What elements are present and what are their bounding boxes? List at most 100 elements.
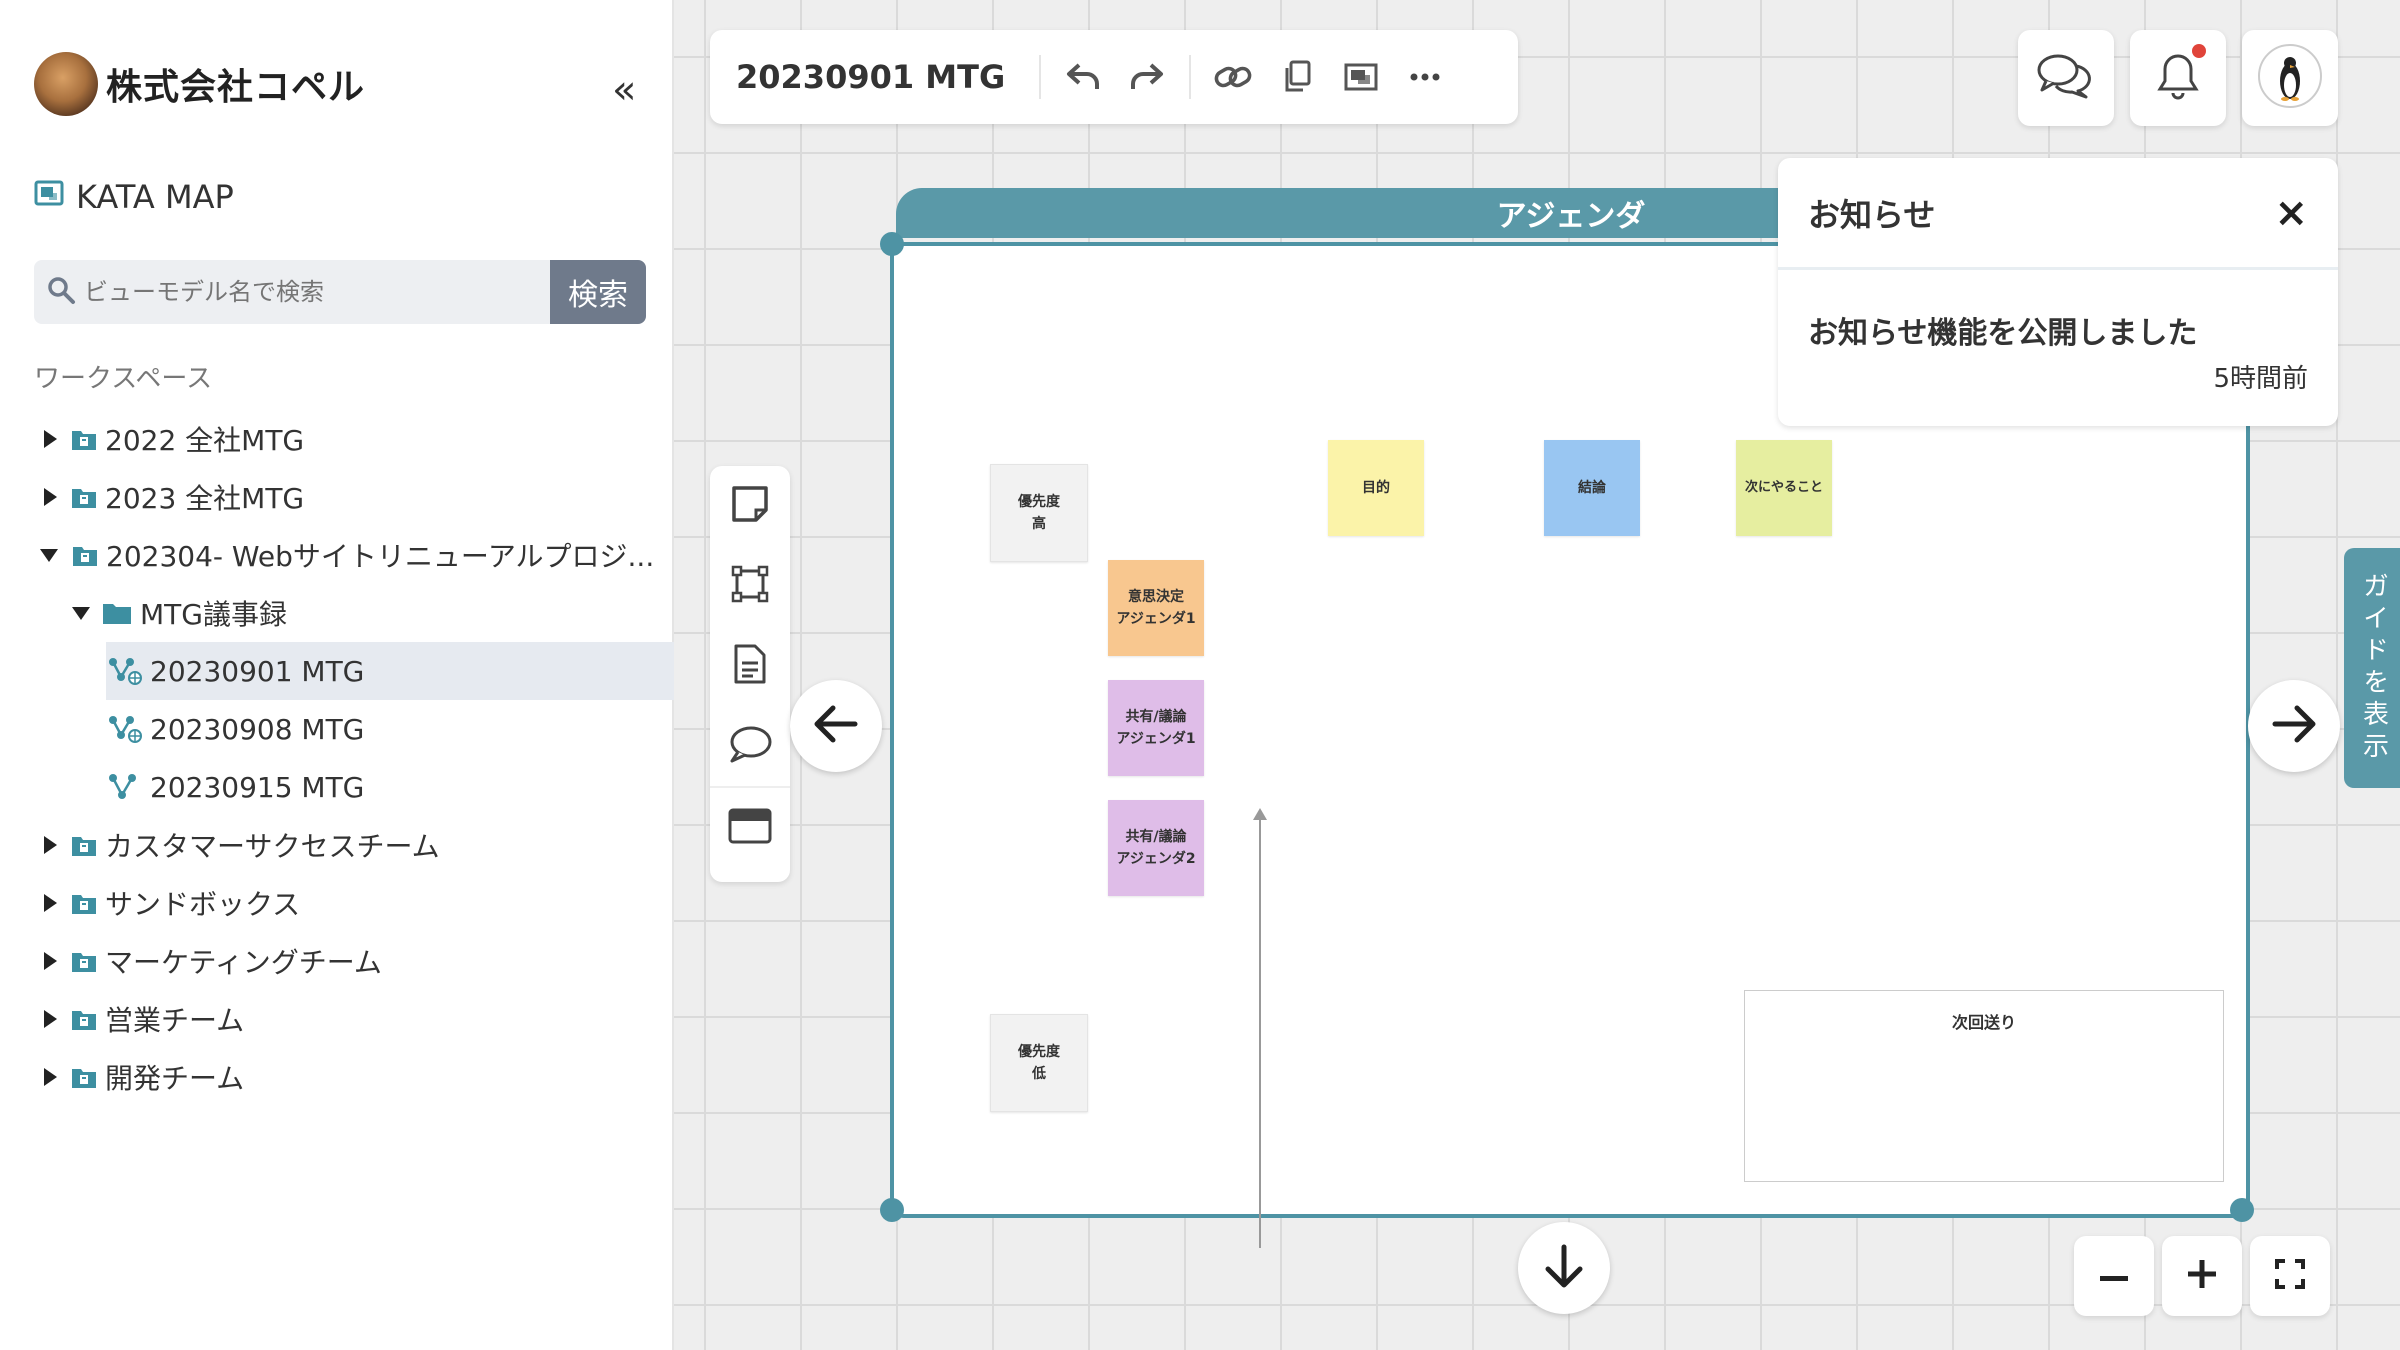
- add-section-button[interactable]: [710, 788, 790, 868]
- tree-item-label: カスタマーサクセスチーム: [105, 830, 440, 863]
- tree-item-customer-success[interactable]: カスタマーサクセスチーム: [0, 816, 674, 874]
- link-icon[interactable]: [1201, 45, 1265, 109]
- tree-item-2022-mtg[interactable]: 2022 全社MTG: [0, 410, 674, 468]
- expand-icon[interactable]: [44, 894, 57, 912]
- comments-button[interactable]: [2018, 30, 2114, 126]
- tree-item-label: 20230908 MTG: [150, 712, 365, 746]
- sticky-conclusion[interactable]: 結論: [1544, 440, 1640, 536]
- sidebar: 株式会社コペル « KATA MAP 検索 ワークスペース 2022 全社MTG…: [0, 0, 674, 1350]
- company-logo: [34, 52, 98, 116]
- minus-icon: [2100, 1267, 2128, 1286]
- notification-header: お知らせ ×: [1778, 158, 2338, 270]
- tree-item-label: サンドボックス: [105, 888, 301, 921]
- shared-map-icon: [108, 715, 142, 743]
- close-icon[interactable]: ×: [2274, 190, 2308, 236]
- sticky-text: 共有/議論 アジェンダ2: [1116, 829, 1196, 867]
- add-frame-button[interactable]: [710, 546, 790, 626]
- resize-handle-bottom-right[interactable]: [2230, 1198, 2254, 1222]
- workspace-icon: [72, 543, 98, 567]
- fullscreen-button[interactable]: [2250, 1236, 2330, 1316]
- image-icon[interactable]: [1329, 45, 1393, 109]
- copy-icon[interactable]: [1265, 45, 1329, 109]
- collapse-icon[interactable]: [72, 606, 90, 620]
- company-name: 株式会社コペル: [106, 67, 366, 108]
- zoom-in-button[interactable]: [2162, 1236, 2242, 1316]
- axis-label-low[interactable]: 優先度 低: [990, 1014, 1088, 1112]
- more-icon[interactable]: [1393, 45, 1457, 109]
- workspace-heading: ワークスペース: [34, 364, 213, 394]
- tree-item-label: 20230915 MTG: [150, 770, 365, 804]
- tree-item-website-renewal[interactable]: 202304- Webサイトリニューアルプロジ...: [0, 526, 674, 584]
- app-name: KATA MAP: [76, 178, 234, 216]
- tree-item-20230908-mtg[interactable]: 20230908 MTG: [0, 700, 674, 758]
- add-sticky-button[interactable]: [710, 466, 790, 546]
- map-icon: [108, 773, 142, 801]
- add-document-button[interactable]: [710, 626, 790, 706]
- nav-right-button[interactable]: [2248, 680, 2340, 772]
- expand-icon[interactable]: [44, 1010, 57, 1028]
- carry-over-label: 次回送り: [1951, 1013, 2016, 1032]
- creation-toolbar: [710, 466, 790, 882]
- tree-item-sandbox[interactable]: サンドボックス: [0, 874, 674, 932]
- axis-label-high[interactable]: 優先度 高: [990, 464, 1088, 562]
- tree-item-label: 20230901 MTG: [150, 654, 365, 688]
- add-comment-button[interactable]: [710, 706, 790, 786]
- sticky-text: 目的: [1362, 480, 1390, 496]
- nav-left-button[interactable]: [790, 680, 882, 772]
- notification-title: お知らせ: [1808, 195, 1936, 234]
- board-canvas[interactable]: 20230901 MTG アジェンダ 優先度 高 優先度 低 目的 結論 次にや…: [674, 0, 2400, 1350]
- expand-icon[interactable]: [44, 952, 57, 970]
- expand-icon[interactable]: [44, 836, 57, 854]
- map-app-icon: [34, 178, 64, 216]
- arrow-right-icon: [2271, 704, 2317, 748]
- chat-icon: [2036, 52, 2096, 104]
- priority-axis-line[interactable]: [1259, 818, 1261, 1248]
- search-input[interactable]: [82, 277, 526, 307]
- nav-down-button[interactable]: [1518, 1222, 1610, 1314]
- document-icon: [733, 643, 767, 689]
- sticky-next-actions[interactable]: 次にやること: [1736, 440, 1832, 536]
- tree-item-mtg-minutes[interactable]: MTG議事録: [0, 584, 674, 642]
- zoom-out-button[interactable]: [2074, 1236, 2154, 1316]
- app-link-katamap[interactable]: KATA MAP: [34, 178, 234, 216]
- expand-icon[interactable]: [44, 430, 57, 448]
- show-guide-tab[interactable]: ガイドを表示: [2344, 548, 2400, 788]
- sticky-discussion-agenda-2[interactable]: 共有/議論 アジェンダ2: [1108, 800, 1204, 896]
- workspace-icon: [71, 485, 97, 509]
- notifications-button[interactable]: [2130, 30, 2226, 126]
- redo-icon[interactable]: [1115, 45, 1179, 109]
- tree-item-label: MTG議事録: [140, 598, 287, 631]
- notification-panel: お知らせ × お知らせ機能を公開しました 5時間前: [1778, 158, 2338, 426]
- tree-item-marketing[interactable]: マーケティングチーム: [0, 932, 674, 990]
- workspace-icon: [71, 1007, 97, 1031]
- resize-handle-top-left[interactable]: [880, 232, 904, 256]
- expand-icon[interactable]: [44, 488, 57, 506]
- tree-item-sales[interactable]: 営業チーム: [0, 990, 674, 1048]
- undo-icon[interactable]: [1051, 45, 1115, 109]
- tree-item-20230915-mtg[interactable]: 20230915 MTG: [0, 758, 674, 816]
- sticky-purpose[interactable]: 目的: [1328, 440, 1424, 536]
- resize-handle-bottom-left[interactable]: [880, 1198, 904, 1222]
- axis-label-text: 優先度 低: [1018, 1044, 1060, 1082]
- workspace-icon: [71, 427, 97, 451]
- search-button[interactable]: 検索: [550, 260, 646, 324]
- collapse-icon[interactable]: [40, 548, 58, 562]
- search-icon: [46, 275, 76, 309]
- toolbar-divider: [1039, 55, 1042, 99]
- tree-item-20230901-mtg[interactable]: 20230901 MTG: [106, 642, 674, 700]
- sticky-decision-agenda-1[interactable]: 意思決定 アジェンダ1: [1108, 560, 1204, 656]
- board-title: 20230901 MTG: [736, 58, 1006, 96]
- user-avatar-button[interactable]: [2242, 30, 2338, 126]
- sticky-text: 意思決定 アジェンダ1: [1116, 589, 1196, 627]
- carry-over-box[interactable]: 次回送り: [1744, 990, 2224, 1182]
- tree-item-label: マーケティングチーム: [105, 946, 382, 979]
- search-field: [34, 260, 550, 324]
- collapse-sidebar-icon[interactable]: «: [612, 70, 636, 110]
- tree-item-label: 営業チーム: [105, 1004, 245, 1037]
- notification-message[interactable]: お知らせ機能を公開しました: [1808, 308, 2197, 352]
- comment-icon: [728, 724, 772, 768]
- expand-icon[interactable]: [44, 1068, 57, 1086]
- sticky-discussion-agenda-1[interactable]: 共有/議論 アジェンダ1: [1108, 680, 1204, 776]
- tree-item-2023-mtg[interactable]: 2023 全社MTG: [0, 468, 674, 526]
- tree-item-development[interactable]: 開発チーム: [0, 1048, 674, 1106]
